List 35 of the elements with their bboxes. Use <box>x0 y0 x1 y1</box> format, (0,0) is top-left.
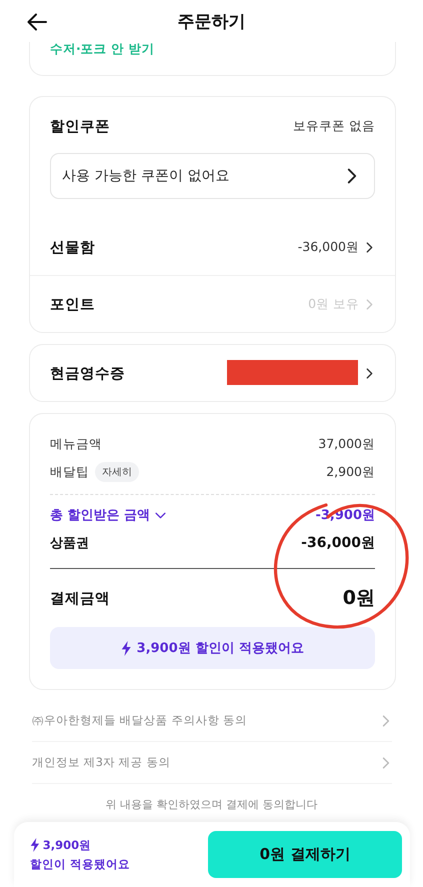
consent-note: 위 내용을 확인하였으며 결제에 동의합니다 <box>104 797 318 812</box>
line-label: 상품권 <box>50 535 89 552</box>
chevron-right-icon <box>364 242 375 252</box>
chevron-right-icon <box>364 298 375 310</box>
details-button[interactable]: 자세히 <box>95 462 139 482</box>
discount-banner: 3,900원 할인이 적용됐어요 <box>50 627 375 669</box>
back-arrow-icon <box>27 13 47 31</box>
total-label: 결제금액 <box>50 590 110 608</box>
line-value: 37,000원 <box>318 436 375 452</box>
total-value: 0원 <box>342 586 375 611</box>
line-label: 메뉴금액 <box>50 436 102 452</box>
row-link[interactable]: -36,000원 <box>298 238 375 256</box>
pay-button[interactable]: 0원 결제하기 <box>208 831 402 878</box>
line-value: -36,000원 <box>301 534 375 552</box>
discount-note: 할인이 적용됐어요 <box>30 856 130 872</box>
row-label: 선물함 <box>50 238 95 256</box>
coupon-status: 보유쿠폰 없음 <box>293 118 375 134</box>
lightning-icon <box>121 640 132 656</box>
cutlery-option-label: 수저·포크 안 받기 <box>50 42 154 58</box>
chevron-right-icon <box>380 756 392 768</box>
row-label: 포인트 <box>50 296 95 314</box>
row-label: 현금영수증 <box>50 364 125 382</box>
agreement-row[interactable]: 개인정보 제3자 제공 동의 <box>32 742 392 784</box>
discount-toggle[interactable]: 총 할인받은 금액 <box>50 506 166 524</box>
page-title: 주문하기 <box>178 10 246 32</box>
agreement-row[interactable]: ㈜우아한형제들 배달상품 주의사항 동의 <box>32 700 392 742</box>
coupon-label: 할인쿠폰 <box>50 118 110 136</box>
discount-amount: 3,900원 <box>42 838 92 852</box>
lightning-icon <box>30 838 40 852</box>
chevron-right-icon <box>364 368 375 378</box>
chevron-right-icon <box>380 714 392 726</box>
coupon-select-field[interactable]: 사용 가능한 쿠폰이 없어요 <box>50 153 375 199</box>
line-value: 2,900원 <box>326 464 375 480</box>
chevron-icon <box>155 510 166 520</box>
line-label: 배달팁 <box>50 464 89 480</box>
